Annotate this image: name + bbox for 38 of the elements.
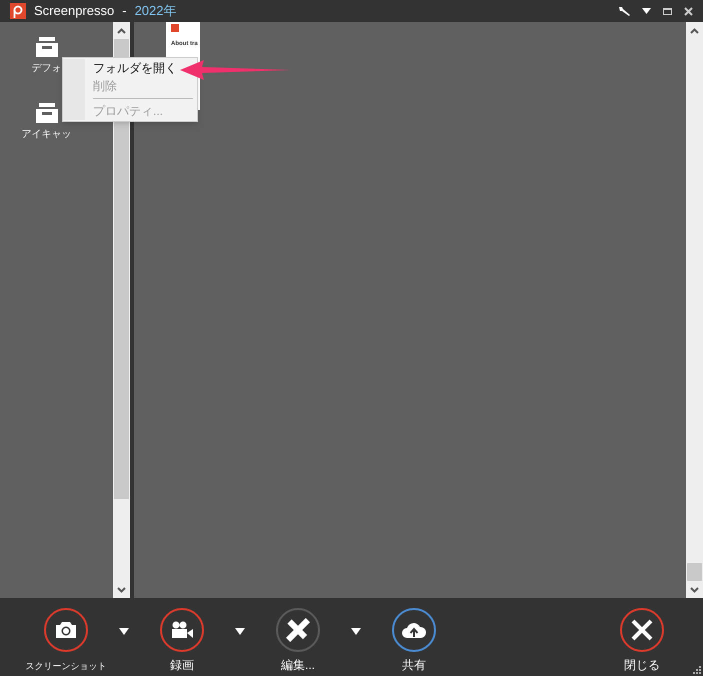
camera-icon — [55, 621, 77, 639]
toolbar-label: 共有 — [402, 657, 426, 674]
scroll-down-icon[interactable] — [117, 586, 126, 592]
folder-icon — [36, 103, 58, 123]
title-separator: - — [122, 2, 127, 20]
toolbar-button[interactable] — [620, 608, 664, 652]
maximize-icon[interactable] — [663, 8, 672, 14]
scrollbar-thumb[interactable] — [687, 563, 702, 581]
resize-grip-icon[interactable] — [693, 666, 701, 674]
close-icon[interactable] — [684, 6, 693, 16]
app-logo-icon — [10, 3, 26, 19]
folder-title: 2022年 — [134, 2, 176, 20]
scroll-down-icon[interactable] — [690, 586, 699, 592]
scroll-up-icon[interactable] — [690, 28, 699, 34]
folder-label[interactable]: アイキャッ — [22, 129, 72, 141]
dropdown-caret-icon[interactable] — [642, 8, 651, 14]
toolbar-button[interactable] — [160, 608, 204, 652]
toolbar-label: スクリーンショット — [26, 660, 106, 673]
toolbar-button[interactable] — [44, 608, 88, 652]
scroll-up-icon[interactable] — [117, 28, 126, 34]
toolbar-button[interactable] — [276, 608, 320, 652]
scrollbar[interactable] — [686, 22, 703, 598]
close-icon — [630, 618, 654, 642]
video-camera-icon — [170, 621, 194, 639]
toolbar-label: 録画 — [170, 657, 194, 674]
dropdown-caret-icon[interactable] — [351, 628, 361, 635]
dropdown-caret-icon[interactable] — [119, 628, 129, 635]
logo-icon — [171, 24, 179, 32]
cloud-upload-icon — [401, 621, 427, 639]
wrench-icon[interactable] — [618, 6, 630, 16]
dropdown-caret-icon[interactable] — [235, 628, 245, 635]
app-name: Screenpresso — [34, 2, 114, 20]
toolbar-label: 編集... — [280, 657, 315, 674]
toolbar-label: 閉じる — [624, 657, 660, 674]
folder-label[interactable]: デフォ — [32, 63, 62, 75]
folder-icon — [36, 37, 58, 57]
toolbar-button[interactable] — [392, 608, 436, 652]
menu-item[interactable]: フォルダを開く — [93, 59, 177, 77]
